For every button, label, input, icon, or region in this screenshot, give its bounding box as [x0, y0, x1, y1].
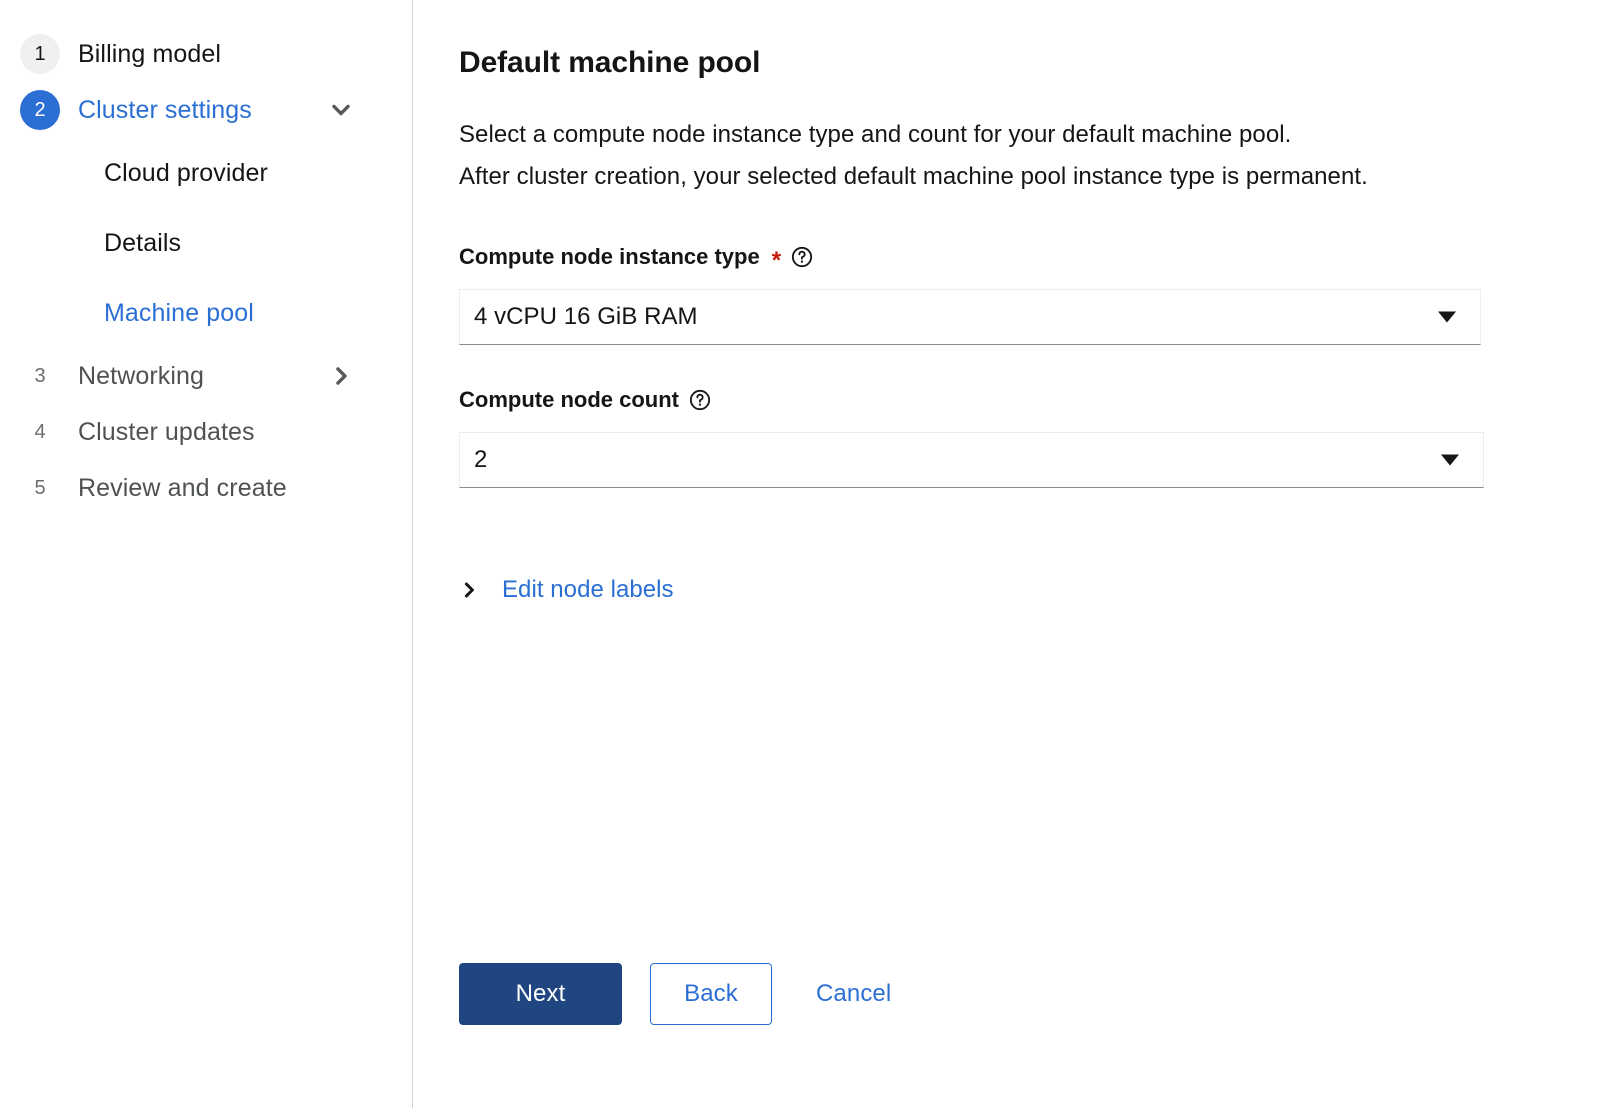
chevron-down-icon[interactable]	[330, 99, 352, 121]
node-count-selected-value: 2	[460, 446, 487, 474]
sidebar-substep-details[interactable]: Details	[0, 208, 412, 278]
cancel-button[interactable]: Cancel	[798, 963, 909, 1025]
page-description-line-1: Select a compute node instance type and …	[459, 114, 1606, 156]
step-number-badge: 2	[20, 90, 60, 130]
edit-node-labels-toggle[interactable]: Edit node labels	[459, 576, 674, 604]
chevron-right-icon[interactable]	[330, 365, 352, 387]
sidebar-step-label: Networking	[78, 362, 204, 391]
step-number-badge: 3	[20, 356, 60, 396]
sidebar-substep-label: Machine pool	[104, 299, 254, 328]
instance-type-selected-value: 4 vCPU 16 GiB RAM	[460, 303, 698, 331]
sidebar-substep-machine-pool[interactable]: Machine pool	[0, 278, 412, 348]
sidebar-substep-cloud-provider[interactable]: Cloud provider	[0, 138, 412, 208]
page-description-line-2: After cluster creation, your selected de…	[459, 156, 1606, 198]
wizard-sidebar: 1 Billing model 2 Cluster settings Cloud…	[0, 0, 413, 1108]
instance-type-label-row: Compute node instance type *	[459, 244, 1606, 270]
question-circle-icon[interactable]	[791, 246, 813, 268]
sidebar-step-label: Review and create	[78, 474, 287, 503]
node-count-label-row: Compute node count	[459, 387, 1606, 413]
sidebar-step-networking[interactable]: 3 Networking	[0, 348, 412, 404]
question-circle-icon[interactable]	[689, 389, 711, 411]
field-compute-node-count: Compute node count 2	[459, 387, 1606, 488]
sidebar-step-cluster-updates[interactable]: 4 Cluster updates	[0, 404, 412, 460]
sidebar-step-review-and-create[interactable]: 5 Review and create	[0, 460, 412, 516]
sidebar-substep-label: Details	[104, 229, 181, 258]
sidebar-step-billing-model[interactable]: 1 Billing model	[0, 26, 412, 82]
instance-type-select[interactable]: 4 vCPU 16 GiB RAM	[459, 289, 1481, 345]
node-count-label: Compute node count	[459, 387, 679, 413]
page-title: Default machine pool	[459, 46, 1606, 80]
caret-down-icon	[1438, 312, 1456, 323]
instance-type-label: Compute node instance type	[459, 244, 760, 270]
sidebar-step-label: Cluster settings	[78, 96, 252, 125]
sidebar-step-label: Billing model	[78, 40, 221, 69]
node-count-select[interactable]: 2	[459, 432, 1484, 488]
wizard-page: 1 Billing model 2 Cluster settings Cloud…	[0, 0, 1606, 1108]
field-compute-node-instance-type: Compute node instance type * 4 vCPU 16 G…	[459, 244, 1606, 345]
required-asterisk: *	[772, 249, 781, 273]
step-number-badge: 5	[20, 468, 60, 508]
wizard-footer: Next Back Cancel	[459, 963, 909, 1025]
next-button[interactable]: Next	[459, 963, 622, 1025]
sidebar-step-cluster-settings[interactable]: 2 Cluster settings	[0, 82, 412, 138]
main-content: Default machine pool Select a compute no…	[413, 0, 1606, 1108]
edit-node-labels-label: Edit node labels	[502, 576, 674, 604]
sidebar-substep-label: Cloud provider	[104, 159, 268, 188]
chevron-right-icon	[459, 580, 479, 600]
step-number-badge: 1	[20, 34, 60, 74]
step-number-badge: 4	[20, 412, 60, 452]
caret-down-icon	[1441, 455, 1459, 466]
back-button[interactable]: Back	[650, 963, 772, 1025]
sidebar-step-label: Cluster updates	[78, 418, 255, 447]
